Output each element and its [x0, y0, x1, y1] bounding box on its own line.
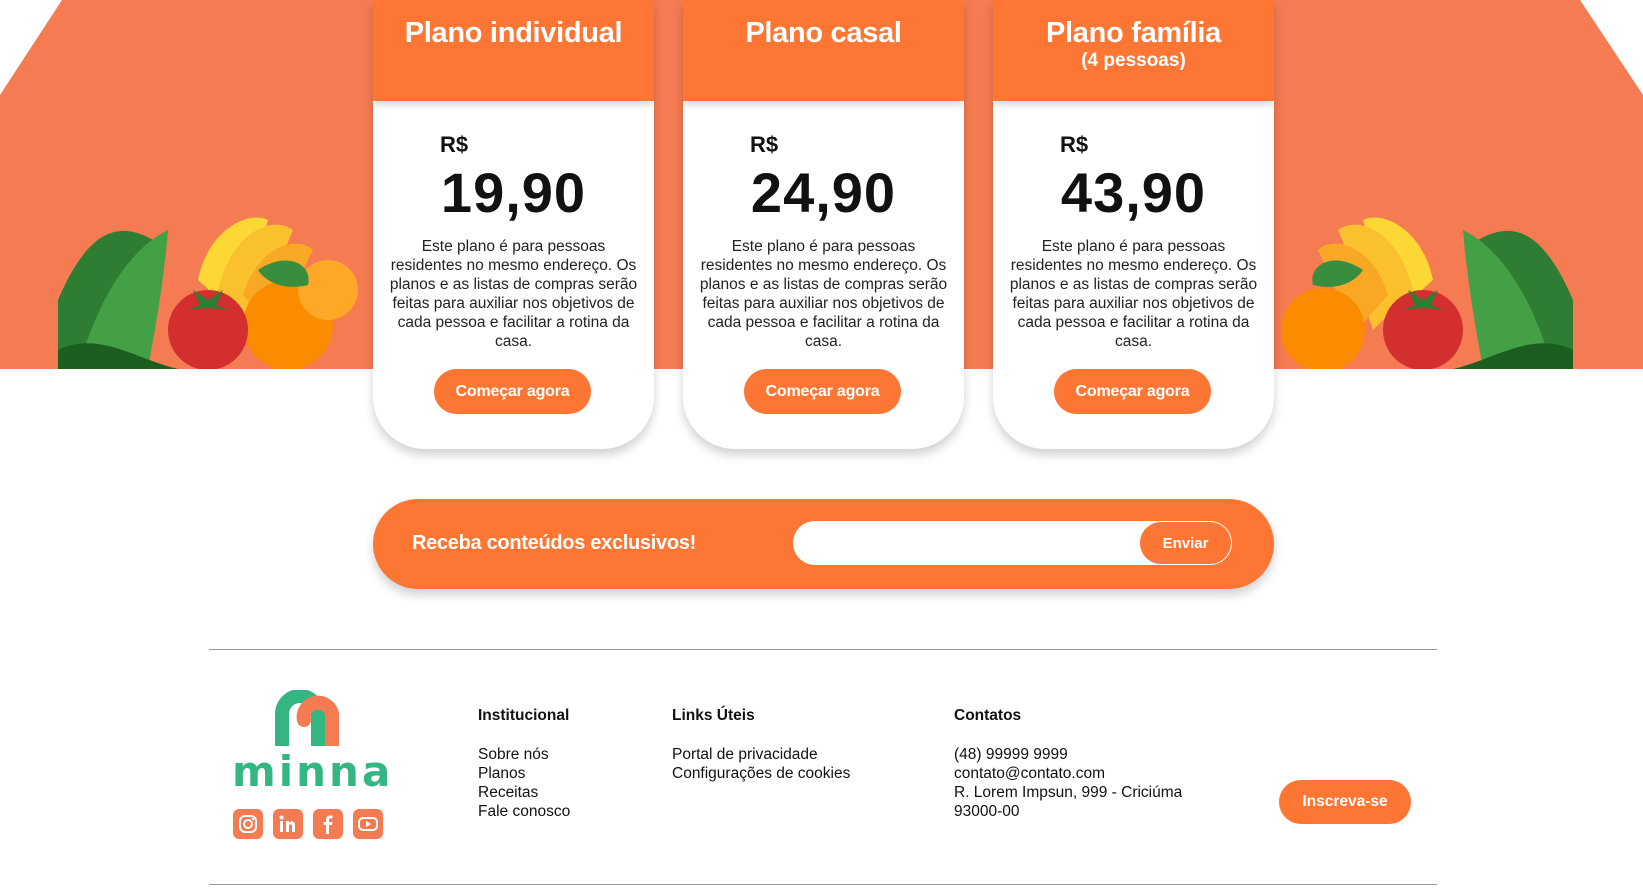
- minna-logo[interactable]: minna: [232, 690, 394, 796]
- plan-currency: R$: [750, 132, 779, 157]
- plan-currency: R$: [1060, 132, 1089, 157]
- produce-illustration-right: [1273, 210, 1573, 369]
- footer-link-sobre-nos[interactable]: Sobre nós: [478, 745, 570, 764]
- footer-column-contatos: Contatos (48) 99999 9999 contato@contato…: [954, 706, 1182, 821]
- send-button[interactable]: Enviar: [1139, 521, 1232, 565]
- footer-link-fale-conosco[interactable]: Fale conosco: [478, 802, 570, 821]
- plan-description: Este plano é para pessoas residentes no …: [1009, 238, 1258, 350]
- footer-heading: Contatos: [954, 707, 1022, 724]
- plan-card-header: Plano individual: [373, 0, 654, 101]
- contact-zip: 93000-00: [954, 803, 1020, 820]
- footer-divider-bottom: [209, 884, 1437, 885]
- social-links: [233, 809, 383, 839]
- plan-card-header: Plano família (4 pessoas): [993, 0, 1274, 101]
- start-now-button[interactable]: Começar agora: [434, 369, 591, 414]
- footer-column-links-uteis: Links Úteis Portal de privacidade Config…: [672, 706, 850, 783]
- plan-description: Este plano é para pessoas residentes no …: [699, 238, 948, 350]
- plan-price: 19,90: [440, 161, 587, 224]
- newsletter-label: Receba conteúdos exclusivos!: [412, 532, 696, 554]
- newsletter-email-input[interactable]: [793, 521, 1177, 565]
- start-now-button[interactable]: Começar agora: [1054, 369, 1211, 414]
- subscribe-button[interactable]: Inscreva-se: [1279, 780, 1411, 824]
- footer-link-planos[interactable]: Planos: [478, 764, 570, 783]
- brand-name: minna: [232, 747, 394, 796]
- plan-card-casal: Plano casal R$ 24,90 Este plano é para p…: [683, 0, 964, 449]
- plan-price: 43,90: [1060, 161, 1207, 224]
- footer-divider-top: [209, 649, 1437, 650]
- plan-price: 24,90: [750, 161, 897, 224]
- contact-address: R. Lorem Impsun, 999 - Criciúma: [954, 784, 1183, 801]
- footer-link-privacidade[interactable]: Portal de privacidade: [672, 745, 850, 764]
- plan-card-individual: Plano individual R$ 19,90 Este plano é p…: [373, 0, 654, 449]
- plan-title: Plano casal: [745, 17, 902, 49]
- contact-email: contato@contato.com: [954, 765, 1106, 782]
- footer-heading: Institucional: [478, 707, 570, 724]
- plan-title: Plano família: [1046, 17, 1221, 49]
- start-now-button[interactable]: Começar agora: [744, 369, 901, 414]
- instagram-icon[interactable]: [233, 809, 263, 839]
- produce-illustration-left: [58, 210, 358, 369]
- plan-subtitle: (4 pessoas): [1081, 50, 1186, 71]
- footer-column-institucional: Institucional Sobre nós Planos Receitas …: [478, 706, 570, 821]
- facebook-icon[interactable]: [313, 809, 343, 839]
- plan-title: Plano individual: [404, 17, 623, 49]
- contact-phone: (48) 99999 9999: [954, 746, 1068, 763]
- plan-card-header: Plano casal: [683, 0, 964, 101]
- youtube-icon[interactable]: [353, 809, 383, 839]
- plan-card-familia: Plano família (4 pessoas) R$ 43,90 Este …: [993, 0, 1274, 449]
- logo-mark-icon: [275, 690, 339, 746]
- newsletter-bar: Receba conteúdos exclusivos! Enviar: [373, 499, 1274, 589]
- footer-link-receitas[interactable]: Receitas: [478, 783, 570, 802]
- plan-description: Este plano é para pessoas residentes no …: [389, 238, 638, 350]
- footer-heading: Links Úteis: [672, 707, 755, 724]
- plan-currency: R$: [440, 132, 469, 157]
- footer-link-cookies[interactable]: Configurações de cookies: [672, 764, 850, 783]
- linkedin-icon[interactable]: [273, 809, 303, 839]
